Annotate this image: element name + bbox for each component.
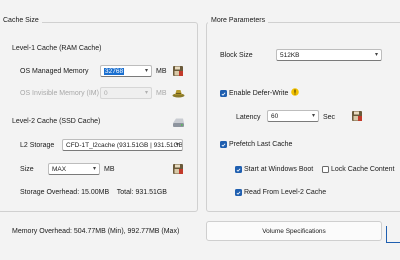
button-focus-edge (386, 226, 400, 243)
prefetch-label: Prefetch Last Cache (229, 141, 293, 148)
size-input[interactable]: MAX ▾ (48, 163, 100, 175)
os-managed-value: 32768 (104, 68, 125, 75)
os-invisible-value: 0 (104, 90, 108, 97)
block-size-label: Block Size (220, 52, 253, 59)
latency-value: 60 (271, 113, 279, 120)
hat-icon[interactable] (171, 86, 185, 100)
save-settings-icon[interactable] (350, 109, 364, 123)
save-settings-icon[interactable] (171, 64, 185, 78)
size-label: Size (20, 166, 34, 173)
disk-icon[interactable] (171, 115, 185, 129)
os-managed-label: OS Managed Memory (20, 68, 89, 75)
os-invisible-label: OS Invisible Memory (IM) (20, 90, 99, 97)
warning-icon (290, 87, 300, 97)
latency-input[interactable]: 60 ▾ (267, 110, 319, 122)
level1-heading: Level-1 Cache (RAM Cache) (12, 45, 102, 52)
l2-storage-label: L2 Storage (20, 142, 55, 149)
os-invisible-unit: MB (156, 90, 167, 97)
more-parameters-title: More Parameters (208, 17, 269, 24)
lock-cache-checkbox[interactable] (322, 166, 329, 173)
lock-cache-label: Lock Cache Content (331, 166, 395, 173)
storage-overhead-text: Storage Overhead: 15.00MB Total: 931.51G… (20, 189, 167, 196)
save-settings-icon[interactable] (171, 162, 185, 176)
block-size-select[interactable]: 512KB ▾ (276, 49, 382, 61)
memory-overhead-text: Memory Overhead: 504.77MB (Min), 992.77M… (12, 228, 180, 235)
defer-write-label: Enable Defer-Write (229, 90, 289, 97)
block-size-value: 512KB (280, 52, 300, 59)
size-value: MAX (52, 166, 67, 173)
latency-label: Latency (236, 114, 261, 121)
dropdown-caret-icon[interactable]: ▾ (312, 112, 315, 121)
dropdown-caret-icon[interactable]: ▾ (375, 51, 378, 60)
dropdown-caret-icon[interactable]: ▾ (145, 67, 148, 76)
os-invisible-input[interactable]: 0 ▾ (100, 87, 152, 99)
latency-unit: Sec (323, 114, 336, 121)
level2-heading: Level-2 Cache (SSD Cache) (12, 118, 101, 125)
dropdown-caret-icon[interactable]: ▾ (176, 141, 179, 150)
volume-specifications-label: Volume Specifications (262, 227, 326, 235)
prefetch-checkbox[interactable] (220, 141, 227, 148)
read-l2-checkbox[interactable] (235, 189, 242, 196)
read-l2-label: Read From Level-2 Cache (244, 189, 327, 196)
os-managed-input[interactable]: 32768 ▾ (100, 65, 152, 77)
l2-storage-value: CFD-1T_l2cache (931.51GB | 931.51GB (66, 142, 183, 149)
l2-storage-select[interactable]: CFD-1T_l2cache (931.51GB | 931.51GB ▾ (62, 139, 183, 151)
cache-size-title: Cache Size (0, 17, 42, 24)
start-windows-label: Start at Windows Boot (244, 166, 314, 173)
size-unit: MB (104, 166, 115, 173)
dropdown-caret-icon[interactable]: ▾ (145, 89, 148, 98)
start-windows-checkbox[interactable] (235, 166, 242, 173)
defer-write-checkbox[interactable] (220, 90, 227, 97)
volume-specifications-button[interactable]: Volume Specifications (206, 221, 382, 241)
os-managed-unit: MB (156, 68, 167, 75)
dropdown-caret-icon[interactable]: ▾ (93, 165, 96, 174)
